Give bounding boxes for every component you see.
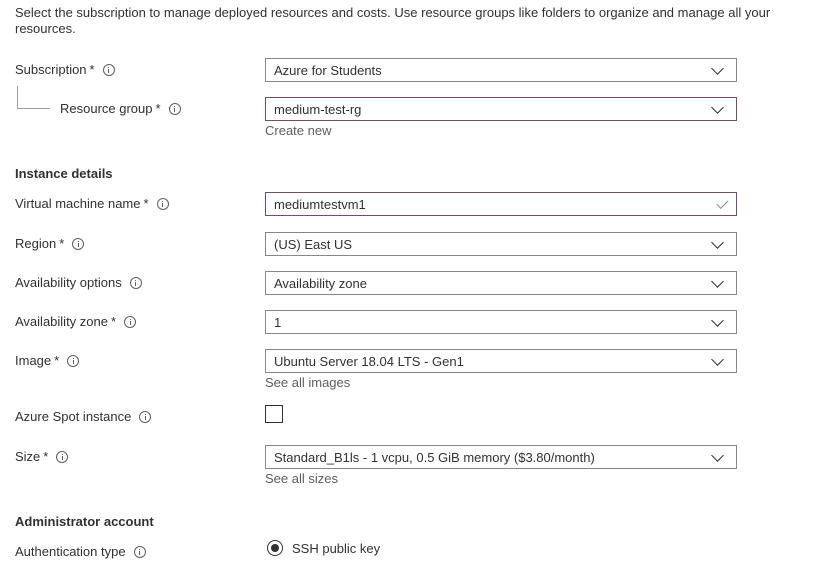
resource-group-value: medium-test-rg <box>274 101 362 117</box>
subscription-label: Subscription * <box>15 62 115 77</box>
availability-options-value: Availability zone <box>274 275 367 291</box>
intro-text: Select the subscription to manage deploy… <box>15 5 771 36</box>
resource-group-label: Resource group * <box>60 101 181 116</box>
info-icon[interactable] <box>67 354 80 367</box>
size-label-text: Size <box>15 449 41 464</box>
info-icon[interactable] <box>56 450 69 463</box>
region-label: Region * <box>15 236 85 251</box>
section-administrator-account: Administrator account <box>15 514 154 529</box>
image-value: Ubuntu Server 18.04 LTS - Gen1 <box>274 353 464 369</box>
required-marker: * <box>59 236 65 251</box>
image-label-text: Image <box>15 353 52 368</box>
tree-connector <box>17 108 50 109</box>
vm-name-label-text: Virtual machine name <box>15 196 141 211</box>
spot-instance-label: Azure Spot instance <box>15 409 152 424</box>
subscription-value: Azure for Students <box>274 62 382 78</box>
section-instance-details: Instance details <box>15 166 113 181</box>
region-value: (US) East US <box>274 236 353 252</box>
required-marker: * <box>54 353 60 368</box>
info-icon[interactable] <box>102 63 115 76</box>
size-select[interactable]: Standard_B1ls - 1 vcpu, 0.5 GiB memory (… <box>265 445 737 469</box>
resource-group-label-text: Resource group <box>60 101 153 116</box>
radio-selected-dot <box>271 544 279 552</box>
info-icon[interactable] <box>168 102 181 115</box>
region-label-text: Region <box>15 236 57 251</box>
required-marker: * <box>143 196 149 211</box>
chevron-down-icon <box>711 352 724 366</box>
chevron-down-icon <box>711 448 724 462</box>
availability-zone-value: 1 <box>274 314 282 330</box>
info-icon[interactable] <box>133 545 146 558</box>
create-new-link[interactable]: Create new <box>265 123 331 138</box>
vm-name-label: Virtual machine name * <box>15 196 169 211</box>
chevron-down-icon <box>711 61 724 75</box>
image-label: Image * <box>15 353 80 368</box>
spot-instance-label-text: Azure Spot instance <box>15 409 132 424</box>
chevron-down-icon <box>711 235 724 249</box>
chevron-down-icon <box>711 274 724 288</box>
required-marker: * <box>155 101 161 116</box>
chevron-down-icon <box>711 313 724 327</box>
subscription-label-text: Subscription <box>15 62 87 77</box>
tree-connector <box>17 86 18 108</box>
see-all-images-link[interactable]: See all images <box>265 375 350 390</box>
info-icon[interactable] <box>139 410 152 423</box>
availability-zone-label-text: Availability zone <box>15 314 108 329</box>
vm-name-input[interactable]: mediumtestvm1 <box>265 192 737 216</box>
availability-options-label-text: Availability options <box>15 275 122 290</box>
subscription-select[interactable]: Azure for Students <box>265 58 737 82</box>
required-marker: * <box>43 449 49 464</box>
info-icon[interactable] <box>129 276 142 289</box>
availability-options-select[interactable]: Availability zone <box>265 271 737 295</box>
region-select[interactable]: (US) East US <box>265 232 737 256</box>
required-marker: * <box>110 314 117 329</box>
availability-options-label: Availability options <box>15 275 142 290</box>
see-all-sizes-link[interactable]: See all sizes <box>265 471 338 486</box>
size-value: Standard_B1ls - 1 vcpu, 0.5 GiB memory (… <box>274 449 595 465</box>
ssh-public-key-option[interactable]: SSH public key <box>267 540 380 556</box>
required-marker: * <box>89 62 95 77</box>
availability-zone-label: Availability zone * <box>15 314 137 329</box>
size-label: Size * <box>15 449 69 464</box>
chevron-down-icon <box>711 100 724 114</box>
auth-type-label: Authentication type <box>15 544 146 559</box>
info-icon[interactable] <box>124 315 137 328</box>
image-select[interactable]: Ubuntu Server 18.04 LTS - Gen1 <box>265 349 737 373</box>
radio-button[interactable] <box>267 540 283 556</box>
vm-name-value: mediumtestvm1 <box>274 196 366 212</box>
info-icon[interactable] <box>156 197 169 210</box>
auth-type-label-text: Authentication type <box>15 544 126 559</box>
spot-instance-checkbox[interactable] <box>265 405 283 423</box>
resource-group-select[interactable]: medium-test-rg <box>265 97 737 121</box>
info-icon[interactable] <box>72 237 85 250</box>
ssh-public-key-label: SSH public key <box>292 540 381 556</box>
checkmark-icon <box>716 196 729 209</box>
availability-zone-select[interactable]: 1 <box>265 310 737 334</box>
